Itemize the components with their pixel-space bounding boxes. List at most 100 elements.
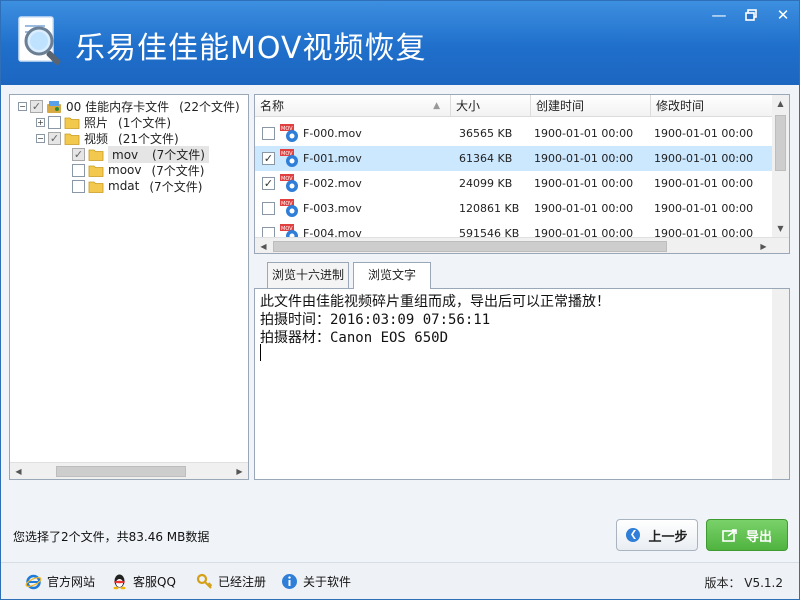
scroll-right-icon[interactable]: ▶: [755, 238, 772, 253]
row-checkbox[interactable]: ✓: [262, 177, 275, 190]
row-checkbox[interactable]: ✓: [262, 152, 275, 165]
collapse-icon[interactable]: −: [36, 133, 45, 143]
selection-status: 您选择了2个文件，共83.46 MB数据: [13, 530, 210, 544]
text-line-1: 此文件由佳能视频碎片重组而成，导出后可以正常播放！: [260, 294, 610, 310]
cell-name: F-002.mov: [303, 177, 362, 190]
tree-label-photos: 照片: [84, 115, 109, 130]
version-label: 版本： V5.1.2: [704, 576, 783, 590]
cell-modified: 1900-01-01 00:00: [654, 152, 754, 165]
export-button[interactable]: 导出: [706, 519, 788, 551]
table-row-selected[interactable]: ✓ MOV F-001.mov 61364 KB 1900-01-01 00:0…: [255, 146, 775, 171]
column-header-modified-label: 修改时间: [656, 99, 705, 113]
cell-size: 120861 KB: [459, 202, 520, 215]
window-controls: — ✕: [703, 1, 799, 29]
scroll-left-icon[interactable]: ◀: [255, 238, 272, 253]
table-row[interactable]: MOV F-004.mov 591546 KB 1900-01-01 00:00…: [255, 221, 775, 237]
text-preview-area[interactable]: 此文件由佳能视频碎片重组而成，导出后可以正常播放！ 拍摄时间：2016:03:0…: [254, 288, 790, 480]
app-title: 乐易佳佳能MOV视频恢复: [75, 31, 427, 66]
previous-step-button[interactable]: ❮ 上一步: [616, 519, 698, 551]
title-bar: 乐易佳佳能MOV视频恢复 — ✕: [1, 1, 799, 85]
key-icon: [196, 573, 213, 590]
scroll-thumb[interactable]: [775, 115, 786, 171]
row-checkbox[interactable]: [262, 127, 275, 140]
tree-label-mdat: mdat: [108, 179, 140, 193]
tab-text-label: 浏览文字: [367, 268, 416, 282]
scroll-right-icon[interactable]: ▶: [231, 463, 248, 480]
app-window: 乐易佳佳能MOV视频恢复 — ✕ − ✓ 00 佳能内存卡文件 (22个文件) …: [0, 0, 800, 600]
file-list-header: 名称 ▲ 大小 创建时间 修改时间: [255, 95, 775, 117]
info-icon: [281, 573, 298, 590]
row-checkbox[interactable]: [262, 202, 275, 215]
tree-node-mov[interactable]: ✓ mov (7个文件): [72, 145, 209, 163]
folder-open-icon: [64, 132, 80, 145]
cell-created: 1900-01-01 00:00: [534, 177, 634, 190]
tree-node-root[interactable]: − ✓ 00 佳能内存卡文件 (22个文件): [18, 98, 240, 114]
column-header-name[interactable]: 名称 ▲: [255, 95, 451, 117]
tree-checkbox-moov[interactable]: [72, 163, 85, 177]
text-line-2: 拍摄时间：2016:03:09 07:56:11: [260, 312, 491, 328]
table-row[interactable]: ✓ MOV F-002.mov 24099 KB 1900-01-01 00:0…: [255, 171, 775, 196]
qq-penguin-icon: [111, 573, 128, 590]
previous-step-label: 上一步: [648, 529, 688, 545]
cell-modified: 1900-01-01 00:00: [654, 227, 754, 237]
minimize-icon[interactable]: —: [703, 1, 735, 29]
tree-node-moov[interactable]: moov (7个文件): [72, 162, 204, 178]
tab-text[interactable]: 浏览文字: [353, 262, 431, 289]
scroll-left-icon[interactable]: ◀: [10, 463, 27, 480]
tree-checkbox-videos[interactable]: ✓: [48, 131, 61, 145]
drive-icon: [46, 100, 62, 113]
column-header-name-label: 名称: [260, 99, 285, 113]
column-header-size[interactable]: 大小: [451, 95, 531, 117]
column-header-size-label: 大小: [456, 99, 481, 113]
folder-icon: [88, 148, 104, 161]
folder-icon: [64, 116, 80, 129]
column-header-modified[interactable]: 修改时间: [651, 95, 775, 117]
scroll-thumb[interactable]: [56, 466, 186, 477]
cell-created: 1900-01-01 00:00: [534, 202, 634, 215]
tree-checkbox-mdat[interactable]: [72, 179, 85, 193]
column-header-created[interactable]: 创建时间: [531, 95, 651, 117]
tree-checkbox-mov[interactable]: ✓: [72, 147, 85, 161]
tree-count-root: (22个文件): [179, 99, 240, 114]
tree-label-root: 00 佳能内存卡文件: [66, 99, 170, 114]
file-list-horizontal-scrollbar[interactable]: ◀ ▶: [255, 237, 789, 253]
website-link[interactable]: 官方网站: [25, 573, 95, 590]
registered-label: 已经注册: [218, 575, 267, 589]
export-label: 导出: [745, 529, 772, 545]
tab-hex[interactable]: 浏览十六进制: [267, 262, 349, 288]
app-logo-icon: [15, 15, 67, 69]
scroll-down-icon[interactable]: ▼: [772, 220, 789, 237]
cell-name: F-001.mov: [303, 152, 362, 165]
cell-modified: 1900-01-01 00:00: [654, 127, 754, 140]
mov-file-icon: MOV: [280, 124, 300, 143]
expand-icon[interactable]: +: [36, 117, 45, 127]
tree-checkbox-photos[interactable]: [48, 115, 61, 129]
table-row[interactable]: MOV F-000.mov 36565 KB 1900-01-01 00:00 …: [255, 121, 775, 146]
scroll-thumb[interactable]: [273, 241, 667, 252]
scroll-up-icon[interactable]: ▲: [772, 95, 789, 112]
cell-size: 591546 KB: [459, 227, 520, 237]
cell-size: 24099 KB: [459, 177, 513, 190]
file-list-vertical-scrollbar[interactable]: ▲ ▼: [772, 95, 789, 237]
text-caret: [260, 344, 261, 361]
mov-file-icon: MOV: [280, 174, 300, 193]
export-icon: [722, 528, 738, 542]
tree-node-mdat[interactable]: mdat (7个文件): [72, 178, 202, 194]
row-checkbox[interactable]: [262, 227, 275, 237]
tree-count-moov: (7个文件): [151, 163, 205, 178]
tree-node-photos[interactable]: + 照片 (1个文件): [36, 114, 171, 130]
close-icon[interactable]: ✕: [767, 1, 799, 29]
table-row[interactable]: MOV F-003.mov 120861 KB 1900-01-01 00:00…: [255, 196, 775, 221]
tree-node-videos[interactable]: − ✓ 视频 (21个文件): [36, 130, 179, 146]
qq-support-link[interactable]: 客服QQ: [111, 573, 176, 590]
tree-checkbox-root[interactable]: ✓: [30, 99, 43, 113]
restore-icon[interactable]: [735, 1, 767, 29]
tree-horizontal-scrollbar[interactable]: ◀ ▶: [10, 462, 248, 479]
collapse-icon[interactable]: −: [18, 101, 27, 111]
text-vertical-scrollbar[interactable]: [772, 289, 789, 479]
footer-bar: 官方网站 客服QQ 已经注册 关于软件 版本： V5.1.2: [1, 562, 799, 599]
registered-link[interactable]: 已经注册: [196, 573, 266, 590]
folder-tree: − ✓ 00 佳能内存卡文件 (22个文件) + 照片 (1个文件) − ✓ 视…: [9, 94, 249, 480]
about-link[interactable]: 关于软件: [281, 573, 351, 590]
folder-icon: [88, 164, 104, 177]
